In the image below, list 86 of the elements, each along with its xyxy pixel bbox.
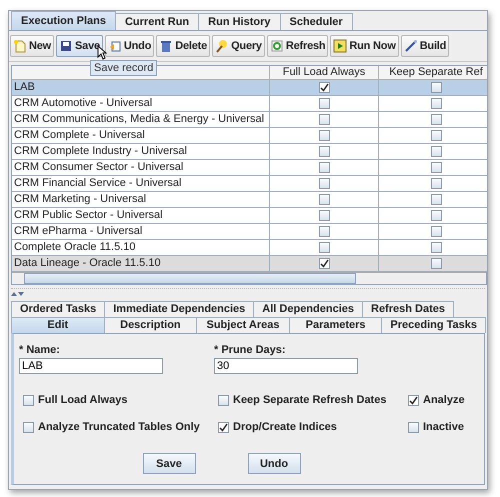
play-icon: [333, 39, 348, 53]
checkbox[interactable]: [318, 226, 330, 237]
table-cell[interactable]: CRM Public Sector - Universal: [12, 208, 270, 224]
checkbox[interactable]: [430, 226, 442, 237]
checkbox[interactable]: [218, 394, 229, 406]
checkbox[interactable]: [430, 178, 442, 189]
checkbox[interactable]: [408, 394, 419, 406]
checkbox[interactable]: [430, 210, 442, 221]
tab[interactable]: Immediate Dependencies: [104, 301, 254, 317]
checkbox[interactable]: [430, 146, 442, 157]
checkbox[interactable]: [430, 258, 442, 269]
tab[interactable]: Ordered Tasks: [11, 301, 106, 317]
checkbox[interactable]: [318, 194, 330, 205]
table-cell[interactable]: CRM Communications, Media & Energy - Universal: [12, 112, 270, 128]
table-cell[interactable]: LAB: [12, 80, 270, 96]
checkbox[interactable]: [318, 258, 330, 269]
magic-wand-icon: [215, 39, 230, 53]
column-header[interactable]: Keep Separate Ref: [379, 66, 487, 80]
checkbox[interactable]: [218, 422, 229, 432]
wand-icon: [404, 39, 418, 53]
checkbox-label: Inactive: [423, 421, 464, 433]
trash-icon: [159, 39, 174, 53]
toolbar-button[interactable]: New: [10, 35, 54, 57]
checkbox[interactable]: [318, 242, 330, 253]
splitter-handle[interactable]: [11, 288, 485, 298]
checkbox[interactable]: [430, 114, 442, 125]
input-field[interactable]: 30: [214, 358, 358, 374]
form-button[interactable]: Undo: [248, 453, 300, 474]
checkbox[interactable]: [318, 178, 330, 189]
tab[interactable]: Refresh Dates: [362, 301, 454, 317]
tab[interactable]: Scheduler: [280, 13, 353, 30]
tab[interactable]: Preceding Tasks: [381, 317, 486, 333]
table-cell[interactable]: CRM Financial Service - Universal: [12, 176, 270, 192]
tab[interactable]: Subject Areas: [196, 317, 290, 333]
table-cell[interactable]: CRM Automotive - Universal: [12, 96, 270, 112]
toolbar-button[interactable]: Save: [56, 35, 103, 57]
refresh-icon: [270, 39, 284, 53]
table-cell[interactable]: CRM Complete Industry - Universal: [12, 144, 270, 160]
checkbox[interactable]: [430, 98, 442, 109]
checkbox[interactable]: [430, 130, 442, 141]
toolbar-button[interactable]: Delete: [156, 35, 210, 57]
checkbox-label: Analyze Truncated Tables Only: [38, 421, 200, 433]
checkbox[interactable]: [23, 394, 34, 406]
tab[interactable]: Execution Plans: [11, 11, 116, 30]
checkbox-label: Analyze: [423, 394, 465, 406]
tab[interactable]: Description: [104, 317, 198, 333]
expand-arrows-icon[interactable]: [11, 290, 25, 296]
checkbox[interactable]: [430, 82, 442, 93]
checkbox[interactable]: [318, 114, 330, 125]
tab[interactable]: Run History: [198, 13, 280, 30]
checkbox[interactable]: [430, 162, 442, 173]
checkbox[interactable]: [318, 130, 330, 141]
horizontal-scrollbar[interactable]: [12, 272, 486, 284]
checkbox[interactable]: [318, 162, 330, 173]
table-cell[interactable]: CRM ePharma - Universal: [12, 224, 270, 240]
tab[interactable]: All Dependencies: [253, 301, 363, 317]
checkbox-label: Full Load Always: [38, 394, 128, 406]
undo-icon: [108, 39, 122, 53]
checkbox[interactable]: [318, 82, 330, 93]
toolbar-button[interactable]: Run Now: [330, 35, 399, 57]
toolbar-button[interactable]: Query: [212, 35, 265, 57]
toolbar-button[interactable]: Undo: [104, 35, 154, 57]
form-button[interactable]: Save: [142, 453, 196, 474]
input-field[interactable]: LAB: [19, 358, 163, 374]
checkbox[interactable]: [318, 146, 330, 157]
checkbox[interactable]: [23, 422, 34, 432]
tooltip: Save record: [90, 60, 158, 76]
tab[interactable]: Edit: [11, 317, 105, 333]
field-label: * Name:: [19, 344, 61, 356]
checkbox-label: Drop/Create Indices: [233, 421, 337, 433]
table-cell[interactable]: Complete Oracle 11.5.10: [12, 240, 270, 256]
toolbar-button[interactable]: Build: [400, 35, 450, 57]
checkbox[interactable]: [318, 98, 330, 109]
checkbox[interactable]: [318, 210, 330, 221]
checkbox[interactable]: [430, 242, 442, 253]
checkbox[interactable]: [430, 194, 442, 205]
checkbox-label: Keep Separate Refresh Dates: [233, 394, 386, 406]
field-label: * Prune Days:: [214, 344, 287, 356]
table-cell[interactable]: CRM Consumer Sector - Universal: [12, 160, 270, 176]
new-document-icon: [13, 39, 27, 53]
table-cell[interactable]: CRM Marketing - Universal: [12, 192, 270, 208]
checkbox[interactable]: [408, 422, 419, 432]
column-header[interactable]: Full Load Always: [270, 66, 379, 80]
table-cell[interactable]: Data Lineage - Oracle 11.5.10: [12, 256, 270, 272]
toolbar-button[interactable]: Refresh: [266, 35, 328, 57]
table-cell[interactable]: CRM Complete - Universal: [12, 128, 270, 144]
